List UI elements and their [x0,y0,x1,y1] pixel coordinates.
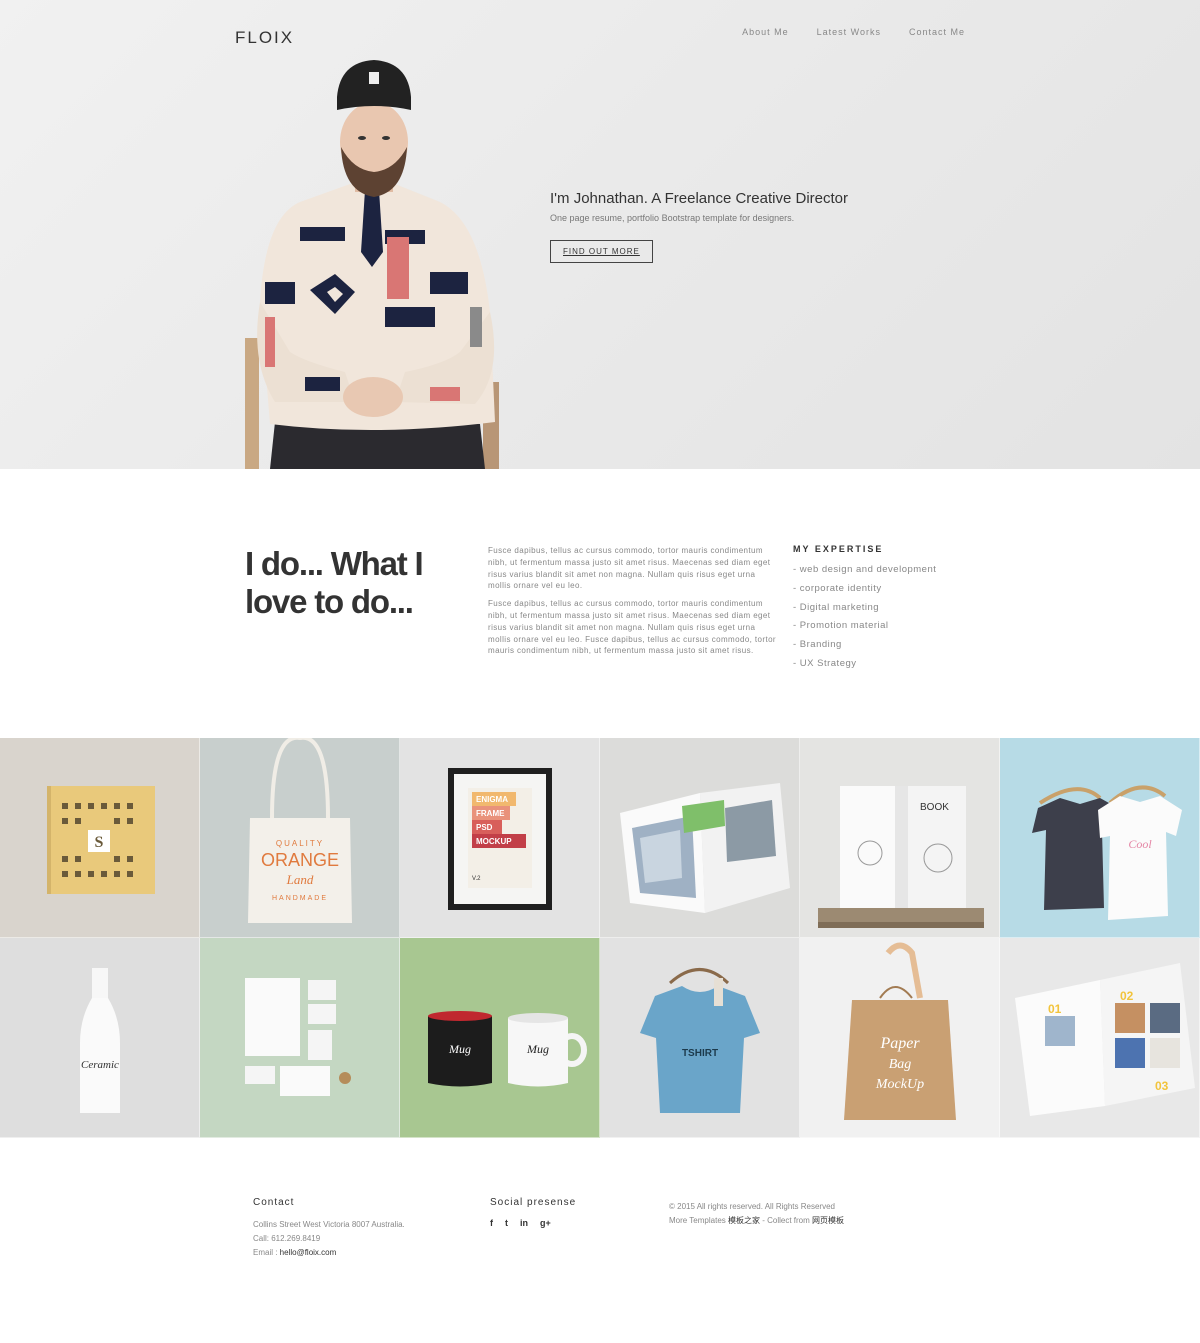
portfolio-item-bottle[interactable]: Ceramic [0,938,200,1138]
google-plus-icon[interactable]: g+ [540,1218,551,1228]
main-nav: About Me Latest Works Contact Me [742,27,965,37]
expertise-item: - Branding [793,639,842,651]
expertise-item: - web design and development [793,564,937,575]
more-link-2[interactable]: 网页模板 [812,1216,844,1225]
about-section: I do... What I love to do... Fusce dapib… [0,469,1200,738]
nav-latest-works[interactable]: Latest Works [817,27,881,37]
portfolio-item-mugs[interactable]: Mug Mug [400,938,600,1138]
hero-text: I'm Johnathan. A Freelance Creative Dire… [550,190,848,263]
about-paragraph: Fusce dapibus, tellus ac cursus commodo,… [488,599,776,656]
footer-contact: Contact Collins Street West Victoria 800… [253,1197,405,1260]
footer-phone: Call: 612.269.8419 [253,1234,321,1243]
bag-line3: MockUp [875,1077,924,1092]
find-out-more-button[interactable]: FIND OUT MORE [550,240,653,263]
portfolio-item-book[interactable]: S [0,738,200,938]
about-body: Fusce dapibus, tellus ac cursus commodo,… [488,545,778,663]
mag-number: 03 [1155,1079,1169,1093]
mag-number: 01 [1048,1002,1062,1016]
portfolio-item-tshirt-blue[interactable]: TSHIRT [600,938,800,1138]
footer-address: Collins Street West Victoria 8007 Austra… [253,1220,405,1229]
frame-line: PSD [476,823,493,832]
footer-copyright: © 2015 All rights reserved. All Rights R… [669,1200,844,1228]
hero-portrait [245,60,499,469]
mag-number: 02 [1120,989,1134,1003]
tote-line2: ORANGE [261,850,339,870]
more-templates-row: More Templates 模板之家 - Collect from 网页模板 [669,1214,844,1228]
about-heading: I do... What I love to do... [245,545,424,620]
expertise-item: - UX Strategy [793,657,857,669]
portfolio-grid: S QUALITY ORANGE Land HANDMADE ENIGMA FR… [0,738,1200,1138]
nav-about[interactable]: About Me [742,27,789,37]
portfolio-item-paper-bag[interactable]: Paper Bag MockUp [800,938,1000,1138]
hero-title: I'm Johnathan. A Freelance Creative Dire… [550,190,849,207]
brand-logo[interactable]: FLOIX [235,28,294,48]
frame-line: ENIGMA [476,795,508,804]
bag-line1: Paper [879,1035,920,1052]
portfolio-item-frame[interactable]: ENIGMA FRAME PSD MOCKUP V.2 [400,738,600,938]
frame-version: V.2 [472,876,481,882]
bottle-label: Ceramic [81,1059,119,1071]
copyright-text: © 2015 All rights reserved. All Rights R… [669,1202,835,1211]
footer-contact-title: Contact [253,1197,295,1208]
book-letter: S [95,834,104,851]
about-paragraph: Fusce dapibus, tellus ac cursus commodo,… [488,546,771,591]
hero-subtitle: One page resume, portfolio Bootstrap tem… [550,213,795,223]
footer-social: Social presense f t in g+ [490,1197,576,1228]
expertise-item: - corporate identity [793,582,882,594]
frame-line: FRAME [476,809,505,818]
social-icons: f t in g+ [490,1218,576,1228]
svg-text:Cool: Cool [1128,837,1152,851]
facebook-icon[interactable]: f [490,1218,493,1228]
tote-line4: HANDMADE [272,895,328,902]
hero-section: FLOIX About Me Latest Works Contact Me I… [0,0,1200,469]
more-mid: - Collect from [760,1216,813,1225]
portfolio-item-magazine-spread[interactable]: 01 02 03 [1000,938,1200,1138]
portfolio-item-stationery[interactable] [200,938,400,1138]
footer-email-label: Email : [253,1248,280,1257]
portfolio-item-shelf-books[interactable]: BOOK [800,738,1000,938]
bag-line2: Bag [889,1057,912,1072]
expertise-item: - Promotion material [793,620,889,632]
svg-text:Mug: Mug [526,1042,549,1056]
footer-email-link[interactable]: hello@floix.com [280,1248,337,1257]
tote-line1: QUALITY [276,839,324,848]
nav-contact[interactable]: Contact Me [909,27,965,37]
expertise-title: MY EXPERTISE [793,544,884,554]
linkedin-icon[interactable]: in [520,1218,528,1228]
portfolio-item-magazine[interactable] [600,738,800,938]
footer-email-row: Email : hello@floix.com [253,1246,405,1260]
mug-label: Mug [448,1042,471,1056]
more-prefix: More Templates [669,1216,728,1225]
expertise-item: - Digital marketing [793,601,880,613]
more-link-1[interactable]: 模板之家 [728,1216,760,1225]
portfolio-item-tote[interactable]: QUALITY ORANGE Land HANDMADE [200,738,400,938]
tshirt-label: TSHIRT [682,1048,718,1059]
footer: Contact Collins Street West Victoria 800… [0,1138,1200,1343]
expertise-list: MY EXPERTISE - web design and developmen… [793,544,936,674]
portfolio-item-tshirts[interactable]: Cool [1000,738,1200,938]
tote-line3: Land [286,872,314,887]
book-cover-title: BOOK [920,802,949,813]
frame-line: MOCKUP [476,837,512,846]
twitter-icon[interactable]: t [505,1218,508,1228]
footer-social-title: Social presense [490,1197,577,1208]
